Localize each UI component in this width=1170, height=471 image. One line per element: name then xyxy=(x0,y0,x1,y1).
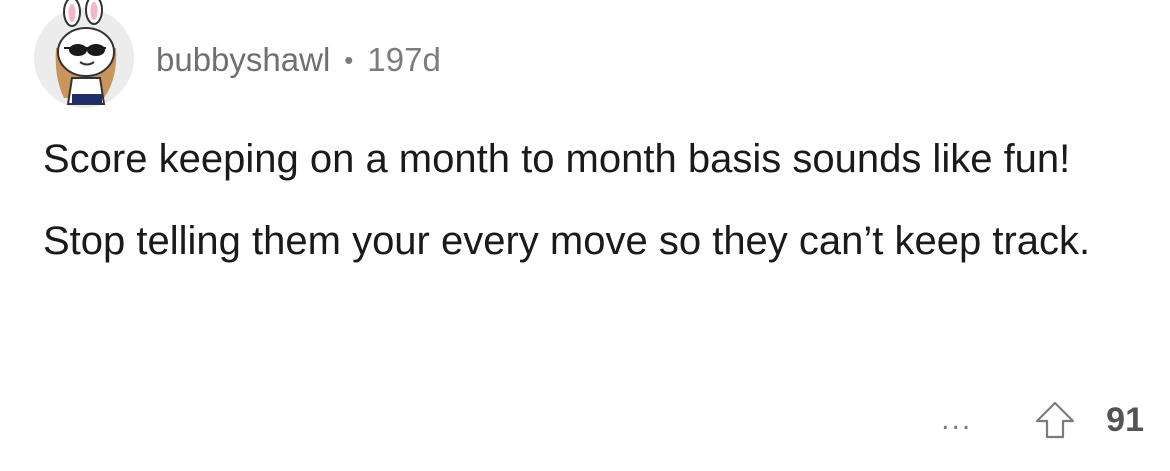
comment-body: Score keeping on a month to month basis … xyxy=(43,134,1103,298)
comment-paragraph: Score keeping on a month to month basis … xyxy=(43,137,1071,181)
comment-age: 197d xyxy=(367,41,441,78)
comment-paragraph: Stop telling them your every move so the… xyxy=(43,219,1091,263)
comment-meta: bubbyshawl • 197d xyxy=(156,41,441,79)
more-options-icon[interactable]: ... xyxy=(941,405,972,435)
comment-actions: ... 91 xyxy=(941,400,1144,440)
meta-separator: • xyxy=(344,44,354,75)
avatar[interactable] xyxy=(34,0,134,108)
vote-score: 91 xyxy=(1106,400,1144,439)
username-link[interactable]: bubbyshawl xyxy=(156,41,330,79)
upvote-arrow-icon[interactable] xyxy=(1034,400,1076,440)
comment-card: bubbyshawl • 197d Score keeping on a mon… xyxy=(0,0,1170,471)
avatar-icon xyxy=(55,0,117,105)
comment-header: bubbyshawl • 197d xyxy=(34,0,441,108)
